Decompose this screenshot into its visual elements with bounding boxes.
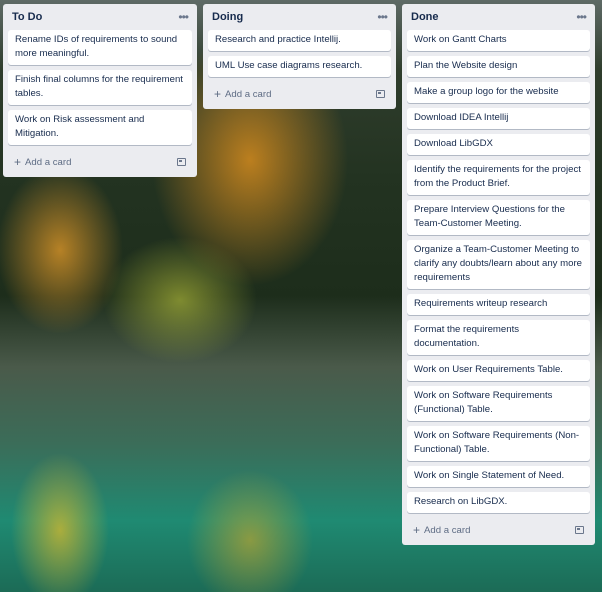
card[interactable]: Work on Software Requirements (Functiona… [407,386,590,421]
card[interactable]: Research and practice Intellij. [208,30,391,51]
list-to-do: To Do ••• Rename IDs of requirements to … [3,4,197,177]
card[interactable]: Prepare Interview Questions for the Team… [407,200,590,235]
list-footer: + Add a card [407,518,590,545]
card[interactable]: Plan the Website design [407,56,590,77]
card[interactable]: Work on User Requirements Table. [407,360,590,381]
add-card-label: Add a card [25,156,72,168]
ellipsis-icon[interactable]: ••• [377,10,388,24]
add-card-button[interactable]: + Add a card [214,87,271,101]
card[interactable]: Finish final columns for the requirement… [8,70,192,105]
card[interactable]: Requirements writeup research [407,294,590,315]
card-template-icon[interactable] [177,158,186,166]
plus-icon: + [14,155,22,169]
card[interactable]: Make a group logo for the website [407,82,590,103]
card[interactable]: Work on Risk assessment and Mitigation. [8,110,192,145]
card[interactable]: Work on Single Statement of Need. [407,466,590,487]
ellipsis-icon[interactable]: ••• [178,10,189,24]
card[interactable]: Identify the requirements for the projec… [407,160,590,195]
add-card-label: Add a card [424,524,471,536]
list-done: Done ••• Work on Gantt Charts Plan the W… [402,4,595,545]
list-header[interactable]: Done ••• [407,4,590,30]
card[interactable]: Organize a Team-Customer Meeting to clar… [407,240,590,289]
card[interactable]: UML Use case diagrams research. [208,56,391,77]
card[interactable]: Work on Gantt Charts [407,30,590,51]
plus-icon: + [413,523,421,537]
card[interactable]: Work on Software Requirements (Non-Funct… [407,426,590,461]
card[interactable]: Download IDEA Intellij [407,108,590,129]
plus-icon: + [214,87,222,101]
list-footer: + Add a card [8,150,192,177]
list-header[interactable]: Doing ••• [208,4,391,30]
card-template-icon[interactable] [575,526,584,534]
card-template-icon[interactable] [376,90,385,98]
list-title[interactable]: Done [411,11,439,23]
ellipsis-icon[interactable]: ••• [576,10,587,24]
list-title[interactable]: To Do [12,11,42,23]
add-card-button[interactable]: + Add a card [413,523,470,537]
card[interactable]: Rename IDs of requirements to sound more… [8,30,192,65]
add-card-button[interactable]: + Add a card [14,155,71,169]
add-card-label: Add a card [225,88,272,100]
card[interactable]: Research on LibGDX. [407,492,590,513]
list-footer: + Add a card [208,82,391,109]
board: To Do ••• Rename IDs of requirements to … [0,0,602,592]
list-header[interactable]: To Do ••• [8,4,192,30]
card[interactable]: Download LibGDX [407,134,590,155]
card[interactable]: Format the requirements documentation. [407,320,590,355]
list-title[interactable]: Doing [212,11,243,23]
list-doing: Doing ••• Research and practice Intellij… [203,4,396,109]
